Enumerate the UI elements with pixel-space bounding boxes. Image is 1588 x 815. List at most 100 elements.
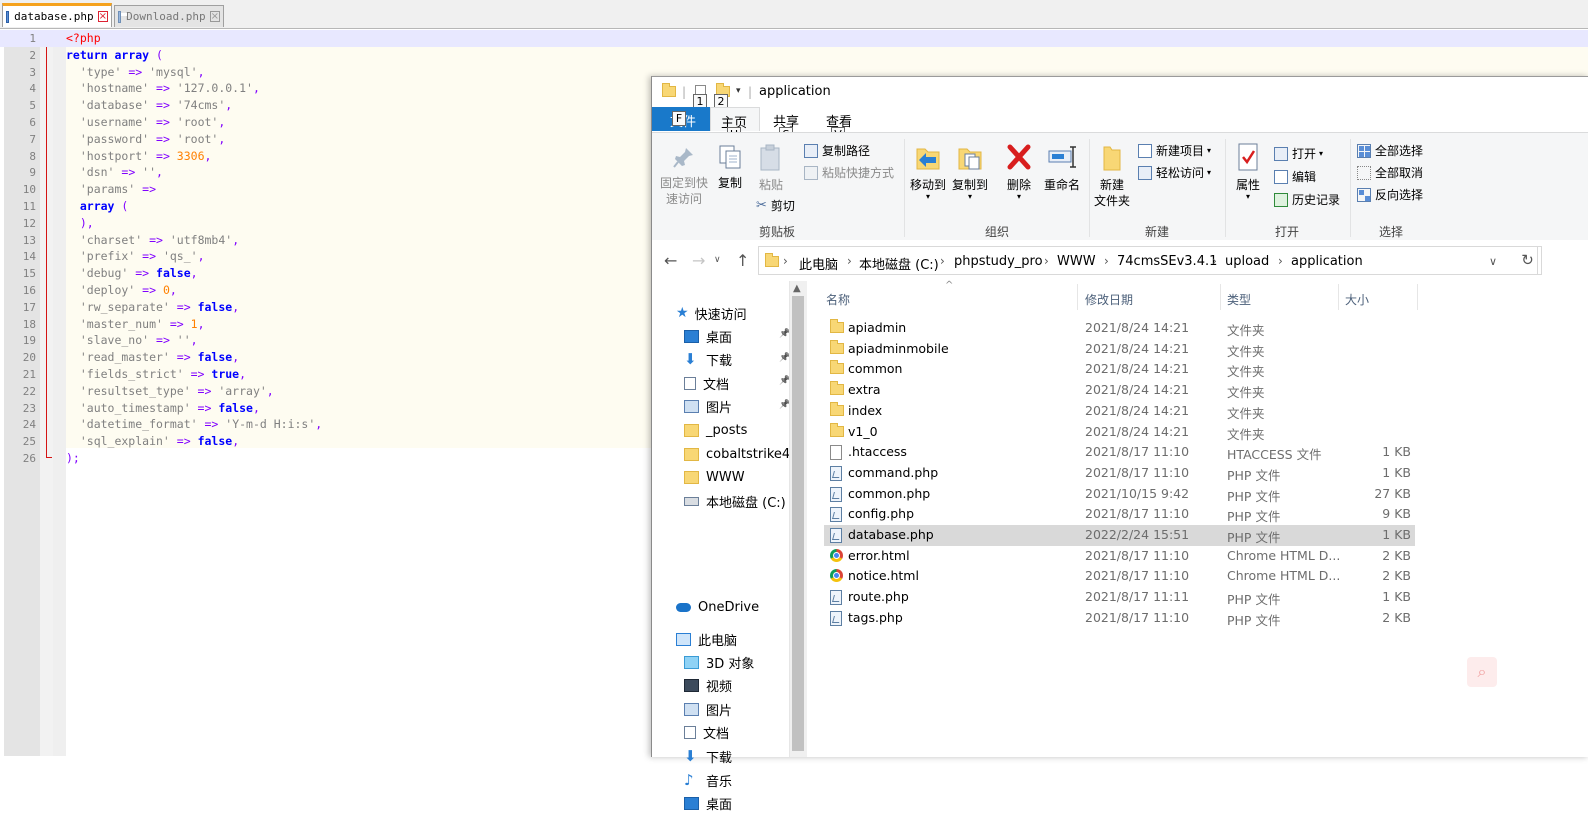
nav-item[interactable]: 视频: [684, 675, 732, 697]
chevron-right-icon[interactable]: ›: [1212, 254, 1217, 268]
column-size[interactable]: 大小: [1345, 291, 1369, 308]
nav-item[interactable]: ⬇ 下载: [684, 349, 732, 371]
file-row[interactable]: error.html 2021/8/17 11:10 Chrome HTML D..…: [824, 546, 1415, 567]
close-icon[interactable]: ×: [97, 11, 108, 22]
easy-access-button[interactable]: 轻松访问 ▾: [1138, 164, 1211, 181]
chevron-right-icon[interactable]: ›: [1278, 254, 1283, 268]
nav-item[interactable]: 桌面: [684, 325, 732, 347]
file-icon-slot: [830, 528, 842, 546]
new-item-button[interactable]: 新建项目 ▾: [1138, 142, 1211, 159]
rename-button[interactable]: 重命名: [1042, 141, 1082, 193]
edit-button[interactable]: 编辑: [1274, 168, 1316, 185]
back-arrow-icon[interactable]: ←: [664, 251, 677, 270]
chevron-right-icon[interactable]: ›: [940, 254, 945, 268]
cut-button[interactable]: ✂ 剪切: [756, 197, 795, 214]
close-icon[interactable]: ×: [209, 11, 220, 22]
file-row[interactable]: config.php 2021/8/17 11:10 PHP 文件 9 KB: [824, 504, 1415, 525]
delete-button[interactable]: 删除 ▾: [1002, 141, 1036, 201]
up-arrow-icon[interactable]: ↑: [736, 251, 749, 270]
column-divider[interactable]: [1417, 284, 1418, 310]
nav-item[interactable]: 文档: [684, 372, 729, 394]
chevron-down-icon[interactable]: ∨: [1489, 255, 1497, 268]
breadcrumb-this-pc[interactable]: 此电脑: [799, 254, 838, 273]
move-to-button[interactable]: 移动到 ▾: [908, 141, 948, 201]
file-row[interactable]: route.php 2021/8/17 11:11 PHP 文件 1 KB: [824, 587, 1415, 608]
file-row[interactable]: common 2021/8/24 14:21 文件夹: [824, 359, 1415, 380]
file-row[interactable]: notice.html 2021/8/17 11:10 Chrome HTML D.…: [824, 566, 1415, 587]
file-row[interactable]: .htaccess 2021/8/17 11:10 HTACCESS 文件 1 KB: [824, 442, 1415, 463]
file-row[interactable]: command.php 2021/8/17 11:10 PHP 文件 1 KB: [824, 463, 1415, 484]
breadcrumb-www[interactable]: WWW: [1057, 254, 1096, 269]
forward-arrow-icon[interactable]: →: [692, 251, 705, 270]
invert-selection-button[interactable]: 反向选择: [1357, 186, 1423, 203]
scroll-up-icon[interactable]: ▲: [793, 283, 801, 294]
column-divider[interactable]: [1338, 284, 1339, 310]
code-token: ,: [252, 400, 260, 415]
breadcrumb-74cms[interactable]: 74cmsSEv3.4.1: [1117, 254, 1217, 269]
nav-item[interactable]: 3D 对象: [684, 651, 754, 673]
breadcrumb-application[interactable]: application: [1291, 254, 1363, 269]
column-divider[interactable]: [1220, 284, 1221, 310]
chevron-down-icon[interactable]: ▾: [736, 86, 741, 96]
tab-database-php[interactable]: database.php ×: [2, 3, 112, 27]
select-all-button[interactable]: 全部选择: [1357, 142, 1423, 159]
chevron-down-icon[interactable]: ∨: [714, 255, 721, 265]
copy-to-button[interactable]: 复制到 ▾: [950, 141, 990, 201]
search-float-button[interactable]: ⌕: [1467, 657, 1497, 687]
copy-path-button[interactable]: 复制路径: [804, 142, 870, 159]
file-row[interactable]: index 2021/8/24 14:21 文件夹: [824, 401, 1415, 422]
breadcrumb-local-disk[interactable]: 本地磁盘 (C:): [859, 254, 939, 273]
nav-item[interactable]: 图片: [684, 698, 732, 720]
new-folder-button[interactable]: 新建 文件夹: [1093, 141, 1131, 209]
file-row[interactable]: apiadmin 2021/8/24 14:21 文件夹: [824, 318, 1415, 339]
nav-item[interactable]: cobaltstrike4.3: [684, 443, 803, 465]
code-line[interactable]: 1 <?php: [0, 30, 1588, 47]
code-line[interactable]: 2 return array (: [0, 47, 1588, 64]
column-date[interactable]: 修改日期: [1085, 291, 1133, 308]
file-row[interactable]: common.php 2021/10/15 9:42 PHP 文件 27 KB: [824, 484, 1415, 505]
save-icon: [6, 10, 16, 23]
open-button[interactable]: 打开 ▾: [1274, 145, 1323, 162]
nav-scrollbar[interactable]: ▲: [789, 281, 807, 757]
chevron-right-icon[interactable]: ›: [783, 254, 788, 268]
code-token: '127.0.0.1': [176, 81, 253, 96]
file-row[interactable]: v1_0 2021/8/24 14:21 文件夹: [824, 422, 1415, 443]
file-row[interactable]: database.php 2022/2/24 15:51 PHP 文件 1 KB: [824, 525, 1415, 546]
nav-item[interactable]: 文档: [684, 722, 729, 744]
nav-item[interactable]: 图片: [684, 396, 732, 418]
select-none-button[interactable]: 全部取消: [1357, 164, 1423, 181]
nav-onedrive[interactable]: OneDrive: [676, 596, 759, 618]
column-name[interactable]: 名称: [826, 291, 850, 308]
chevron-right-icon[interactable]: ›: [1044, 254, 1049, 268]
pin-quick-access-button[interactable]: 固定到快 速访问: [658, 145, 710, 207]
breadcrumb-upload[interactable]: upload: [1225, 254, 1269, 269]
column-type[interactable]: 类型: [1227, 291, 1251, 308]
nav-item[interactable]: 本地磁盘 (C:): [684, 490, 786, 512]
file-row[interactable]: extra 2021/8/24 14:21 文件夹: [824, 380, 1415, 401]
scroll-thumb[interactable]: [792, 296, 804, 751]
nav-item[interactable]: ⬇ 下载: [684, 745, 732, 767]
breadcrumb-phpstudy-pro[interactable]: phpstudy_pro: [954, 254, 1043, 269]
column-divider[interactable]: [1077, 284, 1078, 310]
documents-icon: [684, 726, 696, 740]
address-bar[interactable]: › 此电脑 › 本地磁盘 (C:) › phpstudy_pro › WWW ›…: [758, 246, 1538, 275]
history-button[interactable]: 历史记录: [1274, 191, 1340, 208]
nav-quick-access[interactable]: ★ 快速访问: [676, 302, 747, 324]
paste-shortcut-button[interactable]: 粘贴快捷方式: [804, 164, 894, 181]
nav-item[interactable]: WWW: [684, 467, 745, 489]
chevron-right-icon[interactable]: ›: [847, 254, 852, 268]
tab-download-php[interactable]: Download.php ×: [114, 5, 224, 27]
file-date: 2021/8/24 14:21: [1085, 340, 1190, 356]
nav-this-pc[interactable]: 此电脑: [676, 628, 737, 650]
nav-item[interactable]: _posts: [684, 419, 747, 441]
file-row[interactable]: tags.php 2021/8/17 11:10 PHP 文件 2 KB: [824, 608, 1415, 629]
properties-button[interactable]: 属性 ▾: [1232, 141, 1264, 201]
chevron-right-icon[interactable]: ›: [1104, 254, 1109, 268]
nav-item[interactable]: 桌面: [684, 793, 732, 815]
paste-button[interactable]: 粘贴: [755, 143, 787, 193]
nav-item[interactable]: ♪ 音乐: [684, 769, 732, 791]
file-row[interactable]: apiadminmobile 2021/8/24 14:21 文件夹: [824, 339, 1415, 360]
refresh-button[interactable]: ↻: [1514, 246, 1542, 275]
copy-button[interactable]: 复制: [714, 143, 746, 191]
file-size: 9 KB: [1382, 506, 1411, 522]
